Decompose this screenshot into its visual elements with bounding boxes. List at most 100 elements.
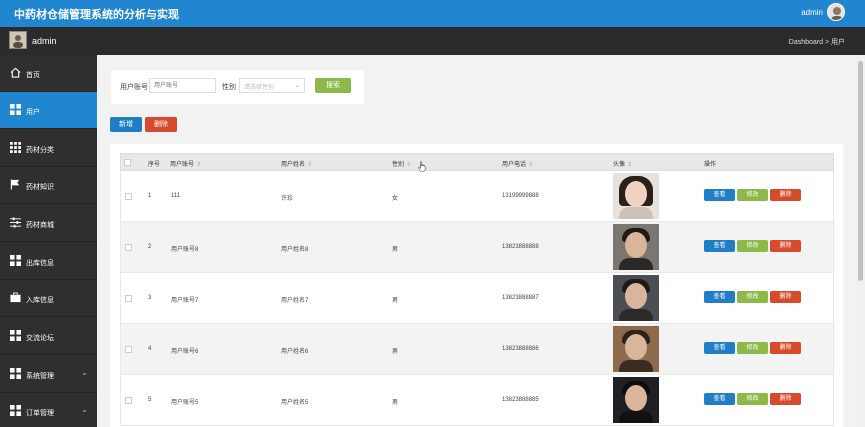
grid-icon — [10, 255, 21, 266]
list-grid-icon — [10, 142, 21, 153]
cell-phone: 13199999888 — [502, 193, 539, 199]
sidebar-item-label: 订单管理 — [26, 410, 54, 417]
cell-index: 4 — [148, 346, 152, 352]
cell-account: 用户账号5 — [171, 400, 199, 406]
sidebar-item-label: 交流论坛 — [26, 335, 54, 342]
row-checkbox[interactable] — [125, 244, 132, 251]
sidebar-item-label: 药材知识 — [26, 184, 54, 191]
sidebar-item-knowledge[interactable]: 药材知识 — [0, 167, 97, 204]
cell-index: 1 — [148, 193, 152, 199]
flag-icon — [10, 179, 20, 190]
view-button[interactable]: 查看 — [704, 189, 735, 201]
row-delete-button[interactable]: 删除 — [770, 393, 801, 405]
edit-button[interactable]: 修改 — [737, 342, 768, 354]
col-header-index: 序号 — [148, 162, 161, 168]
cell-account: 用户账号7 — [171, 298, 199, 304]
sidebar-item-outbound[interactable]: 出库信息 — [0, 243, 97, 280]
sidebar-item-label: 药材分类 — [26, 147, 54, 154]
edit-button[interactable]: 修改 — [737, 240, 768, 252]
row-checkbox[interactable] — [125, 295, 132, 302]
cell-gender: 男 — [392, 400, 399, 406]
cell-name: 许珍 — [281, 196, 294, 202]
select-all-checkbox[interactable] — [124, 159, 131, 166]
sidebar-item-home[interactable]: 首页 — [0, 55, 97, 92]
chevron-down-icon: ⌄ — [81, 405, 88, 414]
cell-name: 用户姓名8 — [281, 247, 309, 253]
search-button[interactable]: 搜索 — [315, 78, 351, 93]
sidebar-item-inbound[interactable]: 入库信息 — [0, 280, 97, 317]
avatar-image — [613, 377, 659, 423]
cell-gender: 男 — [392, 247, 399, 253]
hand-cursor-icon — [418, 161, 426, 172]
avatar-image — [613, 326, 659, 372]
table-row: 3 用户账号7 用户姓名7 男 13823888887 查看 修改 删除 — [120, 273, 834, 324]
top-username[interactable]: admin — [801, 8, 823, 17]
sidebar-item-label: 入库信息 — [26, 297, 54, 304]
cell-gender: 男 — [392, 349, 399, 355]
edit-button[interactable]: 修改 — [737, 189, 768, 201]
grid-icon — [10, 330, 21, 341]
cell-gender: 女 — [392, 196, 399, 202]
account-label: 用户账号 — [120, 84, 148, 91]
sub-header-bar: admin Dashboard > 用户 — [0, 27, 865, 55]
row-delete-button[interactable]: 删除 — [770, 291, 801, 303]
sidebar: 首页 用户 药材分类 药材知识 药材商城 出库信息 入库信息 交流论坛 系统管理… — [0, 55, 97, 427]
sidebar-item-label: 系统管理 — [26, 373, 54, 380]
sidebar-item-shop[interactable]: 药材商城 — [0, 205, 97, 242]
sidebar-item-categories[interactable]: 药材分类 — [0, 130, 97, 167]
home-icon — [10, 67, 21, 78]
gender-label: 性别 — [222, 84, 236, 91]
sidebar-item-system[interactable]: 系统管理 ⌄ — [0, 356, 97, 393]
row-delete-button[interactable]: 删除 — [770, 342, 801, 354]
cell-index: 2 — [148, 244, 152, 250]
page-scrollbar[interactable] — [856, 55, 865, 427]
app-title: 中药材仓储管理系统的分析与实现 — [14, 9, 179, 21]
scrollbar-thumb[interactable] — [858, 61, 863, 281]
col-header-name[interactable]: 用户姓名 ⇕ — [281, 159, 312, 168]
sidebar-item-orders[interactable]: 订单管理 ⌄ — [0, 393, 97, 427]
gender-select[interactable]: 请选择性别 ⌄ — [239, 78, 305, 93]
sort-icon: ⇕ — [196, 162, 202, 168]
top-header-bar: 中药材仓储管理系统的分析与实现 admin — [0, 0, 865, 27]
col-header-phone[interactable]: 用户电话 ⇕ — [502, 159, 533, 168]
cell-account: 用户账号6 — [171, 349, 199, 355]
grid-icon — [10, 104, 21, 115]
sort-icon: ⇕ — [528, 162, 534, 168]
cell-account: 111 — [171, 193, 181, 199]
row-checkbox[interactable] — [125, 193, 132, 200]
edit-button[interactable]: 修改 — [737, 393, 768, 405]
sidebar-item-label: 出库信息 — [26, 260, 54, 267]
row-checkbox[interactable] — [125, 346, 132, 353]
sidebar-item-users[interactable]: 用户 — [0, 92, 97, 129]
sliders-icon — [10, 217, 21, 228]
row-delete-button[interactable]: 删除 — [770, 189, 801, 201]
edit-button[interactable]: 修改 — [737, 291, 768, 303]
view-button[interactable]: 查看 — [704, 240, 735, 252]
col-header-avatar[interactable]: 头像 ⇕ — [613, 159, 632, 168]
col-header-gender[interactable]: 性别 ⇕ — [392, 159, 411, 168]
sort-icon: ⇕ — [627, 162, 633, 168]
user-avatar[interactable] — [827, 3, 845, 21]
cell-phone: 13823888886 — [502, 346, 539, 352]
view-button[interactable]: 查看 — [704, 291, 735, 303]
add-button[interactable]: 新增 — [110, 117, 142, 132]
briefcase-icon — [10, 292, 21, 303]
chevron-down-icon: ⌄ — [81, 368, 88, 377]
view-button[interactable]: 查看 — [704, 393, 735, 405]
delete-button[interactable]: 删除 — [145, 117, 177, 132]
col-header-actions: 操作 — [704, 162, 717, 168]
col-header-account[interactable]: 用户账号 ⇕ — [170, 159, 201, 168]
row-delete-button[interactable]: 删除 — [770, 240, 801, 252]
table-row: 2 用户账号8 用户姓名8 男 13823888888 查看 修改 删除 — [120, 222, 834, 273]
account-search-input[interactable] — [149, 78, 216, 93]
sidebar-item-forum[interactable]: 交流论坛 — [0, 318, 97, 355]
cell-index: 3 — [148, 295, 152, 301]
sort-icon: ⇕ — [406, 162, 412, 168]
sidebar-item-label: 用户 — [26, 109, 40, 116]
table-header: 序号 用户账号 ⇕ 用户姓名 ⇕ 性别 ⇕ 用户电话 ⇕ 头像 ⇕ 操作 — [120, 153, 834, 171]
view-button[interactable]: 查看 — [704, 342, 735, 354]
sidebar-item-label: 首页 — [26, 72, 40, 79]
row-checkbox[interactable] — [125, 397, 132, 404]
avatar-image — [613, 275, 659, 321]
table-row: 1 111 许珍 女 13199999888 查看 修改 删除 — [120, 171, 834, 222]
